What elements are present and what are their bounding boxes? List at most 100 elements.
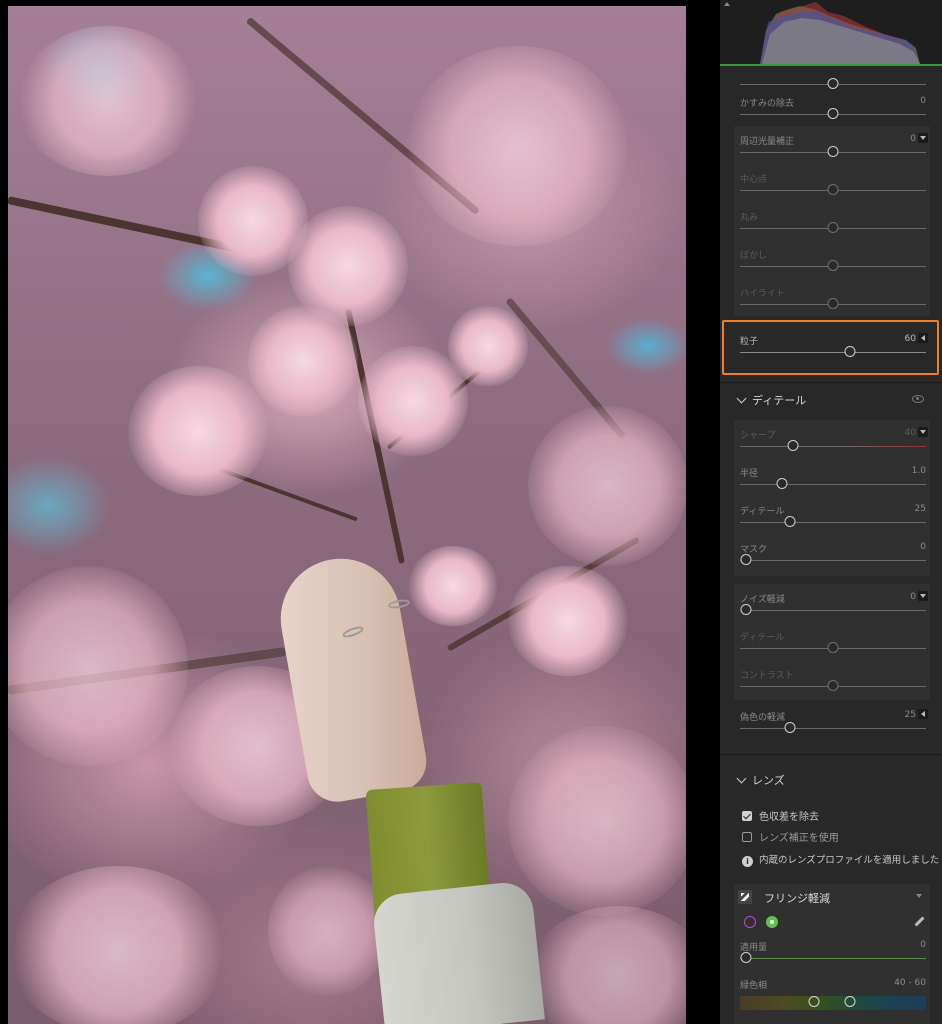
sharpen-group: シャープ 40 半径 1.0 ディテール 25 マスク 0 — [734, 420, 930, 576]
chevron-down-icon[interactable] — [916, 894, 922, 898]
slider-knob[interactable] — [740, 952, 752, 963]
color-noise-slider[interactable]: 偽色の軽減 25 — [734, 706, 930, 742]
roundness-label: 丸み — [740, 213, 759, 223]
blossom — [8, 566, 188, 766]
divider — [720, 754, 942, 755]
dropdown-arrow-icon[interactable] — [918, 427, 928, 437]
hue-range-end-knob[interactable] — [844, 996, 856, 1007]
vignette-value[interactable]: 0 — [910, 134, 916, 144]
sharpen-value[interactable]: 40 — [905, 428, 916, 438]
vignette-roundness-slider[interactable]: 丸み — [734, 206, 930, 242]
remove-ca-label: 色収差を除去 — [759, 812, 819, 823]
vignette-group: 周辺光量補正 0 中心点 丸み ぼかし ハイライト — [734, 126, 930, 316]
feather-label: ぼかし — [740, 251, 768, 261]
slider-knob[interactable] — [784, 722, 796, 733]
photo-area — [0, 0, 718, 1024]
lens-header[interactable]: レンズ — [736, 772, 785, 788]
vignette-highlights-slider[interactable]: ハイライト — [734, 282, 930, 318]
detail-label: ディテール — [740, 507, 785, 517]
slider-track — [740, 446, 926, 447]
fringe-amount-value[interactable]: 0 — [920, 940, 926, 950]
dropdown-arrow-icon[interactable] — [918, 591, 928, 601]
slider-knob[interactable] — [827, 146, 839, 157]
slider-knob[interactable] — [776, 478, 788, 489]
dehaze-slider[interactable]: かすみの除去 0 — [734, 92, 930, 128]
fringe-amount-label: 適用量 — [740, 943, 768, 953]
slider-knob[interactable] — [740, 604, 752, 615]
chevron-down-icon — [736, 773, 747, 784]
blossom — [8, 866, 228, 1024]
color-noise-value[interactable]: 25 — [905, 710, 916, 720]
defringe-header-label[interactable]: フリンジ軽減 — [764, 890, 830, 906]
detail-value[interactable]: 25 — [915, 504, 926, 514]
slider-knob[interactable] — [784, 516, 796, 527]
purple-fringe-picker[interactable] — [744, 916, 756, 928]
blossom — [248, 306, 358, 416]
radius-value[interactable]: 1.0 — [912, 466, 926, 476]
noise-contrast-label: コントラスト — [740, 671, 794, 681]
vignette-midpoint-slider[interactable]: 中心点 — [734, 168, 930, 204]
slider-knob[interactable] — [827, 298, 839, 309]
dropdown-arrow-icon[interactable] — [918, 133, 928, 143]
expand-arrow-icon[interactable] — [918, 709, 928, 719]
slider-knob[interactable] — [827, 184, 839, 195]
noise-slider[interactable]: ノイズ軽減 0 — [734, 588, 930, 624]
use-profile-checkbox[interactable] — [742, 832, 752, 842]
dehaze-value[interactable]: 0 — [920, 96, 926, 106]
chevron-down-icon — [736, 393, 747, 404]
fringe-amount-slider[interactable]: 適用量 0 — [734, 936, 930, 972]
noise-contrast-slider[interactable]: コントラスト — [734, 664, 930, 700]
eyedropper-icon[interactable] — [912, 914, 926, 928]
slider-knob[interactable] — [827, 108, 839, 119]
mask-value[interactable]: 0 — [920, 542, 926, 552]
mask-slider[interactable]: マスク 0 — [734, 538, 930, 574]
slider-knob[interactable] — [827, 680, 839, 691]
slider-track — [740, 484, 926, 485]
profile-info-text: 内蔵のレンズプロファイルを適用しました — [759, 855, 940, 866]
radius-slider[interactable]: 半径 1.0 — [734, 462, 930, 498]
use-profile-row[interactable]: レンズ補正を使用 — [742, 829, 839, 844]
color-noise-label: 偽色の軽減 — [740, 713, 786, 723]
slider-knob[interactable] — [787, 440, 799, 451]
sharpen-slider[interactable]: シャープ 40 — [734, 424, 930, 460]
slider-knob[interactable] — [827, 642, 839, 653]
detail-header[interactable]: ディテール — [736, 392, 806, 408]
slider-track — [740, 728, 926, 729]
green-hue-value[interactable]: 40 - 60 — [894, 978, 926, 988]
slider-knob[interactable] — [740, 554, 752, 565]
vignette-slider[interactable]: 周辺光量補正 0 — [734, 130, 930, 166]
detail-slider[interactable]: ディテール 25 — [734, 500, 930, 536]
radius-label: 半径 — [740, 469, 759, 479]
midpoint-label: 中心点 — [740, 175, 768, 185]
green-hue-label: 緑色相 — [740, 981, 768, 991]
blossom — [508, 726, 686, 916]
vignette-label: 周辺光量補正 — [740, 137, 795, 147]
eye-icon[interactable] — [912, 395, 924, 403]
sharpen-label: シャープ — [740, 431, 776, 441]
remove-ca-checkbox[interactable] — [742, 811, 752, 821]
hue-range-start-knob[interactable] — [808, 996, 820, 1007]
vignette-feather-slider[interactable]: ぼかし — [734, 244, 930, 280]
defringe-icon — [738, 890, 752, 904]
info-icon: i — [742, 856, 753, 867]
grain-highlight-box — [722, 320, 939, 375]
green-fringe-picker[interactable] — [766, 916, 778, 928]
blossom — [18, 26, 198, 176]
blossom — [528, 406, 686, 566]
slider-knob[interactable] — [827, 78, 839, 89]
grey-coat — [371, 880, 545, 1024]
slider-knob[interactable] — [827, 260, 839, 271]
green-hue-bar[interactable] — [740, 996, 926, 1010]
slider-track — [740, 610, 926, 611]
noise-detail-label: ディテール — [740, 633, 785, 643]
blossom — [528, 906, 686, 1024]
use-profile-label: レンズ補正を使用 — [759, 833, 839, 844]
slider-knob[interactable] — [827, 222, 839, 233]
histogram — [720, 0, 942, 66]
remove-ca-row[interactable]: 色収差を除去 — [742, 808, 819, 823]
noise-detail-slider[interactable]: ディテール — [734, 626, 930, 662]
noise-value[interactable]: 0 — [910, 592, 916, 602]
slider-track — [740, 560, 926, 561]
photo-preview[interactable] — [8, 6, 686, 1024]
profile-info-row: i 内蔵のレンズプロファイルを適用しました — [742, 852, 939, 867]
